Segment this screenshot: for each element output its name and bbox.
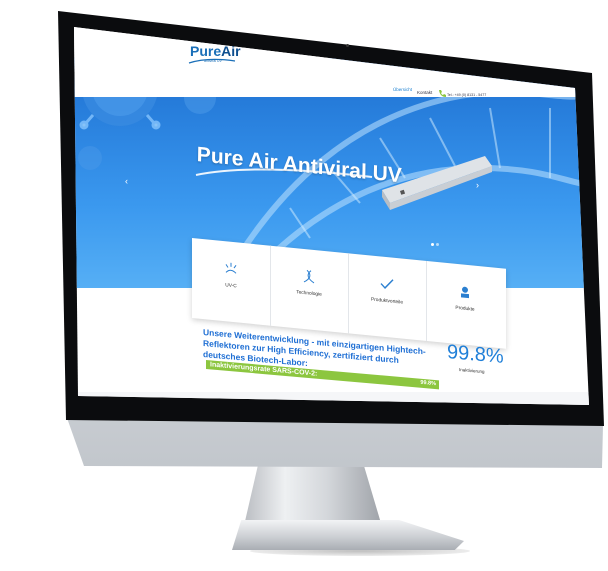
feature-uvc[interactable]: UV-C bbox=[192, 238, 271, 326]
product-icon bbox=[461, 286, 469, 299]
phone-icon bbox=[439, 90, 446, 97]
big-percentage: 99.8% bbox=[447, 341, 504, 368]
slider-dot-2[interactable] bbox=[436, 243, 439, 246]
dna-icon bbox=[303, 269, 315, 284]
uv-light-icon bbox=[225, 262, 237, 274]
slider-prev-arrow[interactable]: ‹ bbox=[125, 176, 128, 186]
checkmark-icon bbox=[380, 279, 394, 289]
slider-next-arrow[interactable]: › bbox=[476, 180, 479, 190]
feature-products[interactable]: Produkte bbox=[426, 261, 504, 349]
feature-label: Produkte bbox=[455, 305, 475, 313]
brand-logo[interactable]: PureAir antiviral UV bbox=[188, 44, 241, 64]
nav-phone-number[interactable]: Tel.: +49 (0) 8131 - 5477 bbox=[447, 93, 486, 97]
logo-subtitle: antiviral UV bbox=[204, 59, 222, 63]
slider-dot-1[interactable] bbox=[431, 243, 434, 246]
nav-link-contact[interactable]: Kontakt bbox=[417, 90, 432, 95]
site-header bbox=[74, 27, 589, 97]
feature-label: UV-C bbox=[225, 283, 237, 290]
rate-value: 99.8% bbox=[420, 379, 436, 388]
monitor-stand-base bbox=[232, 520, 464, 550]
feature-label: Technologie bbox=[296, 290, 322, 298]
feature-label: Produktvorteile bbox=[371, 297, 403, 306]
webcam-icon bbox=[346, 44, 349, 47]
big-percentage-label: Inaktivierung bbox=[459, 367, 485, 375]
feature-technology[interactable]: Technologie bbox=[270, 245, 349, 334]
feature-benefits[interactable]: Produktvorteile bbox=[348, 253, 427, 342]
imac-mockup: PureAir antiviral UV Übersicht Kontakt T… bbox=[0, 0, 608, 571]
nav-link-overview[interactable]: Übersicht bbox=[393, 87, 412, 92]
